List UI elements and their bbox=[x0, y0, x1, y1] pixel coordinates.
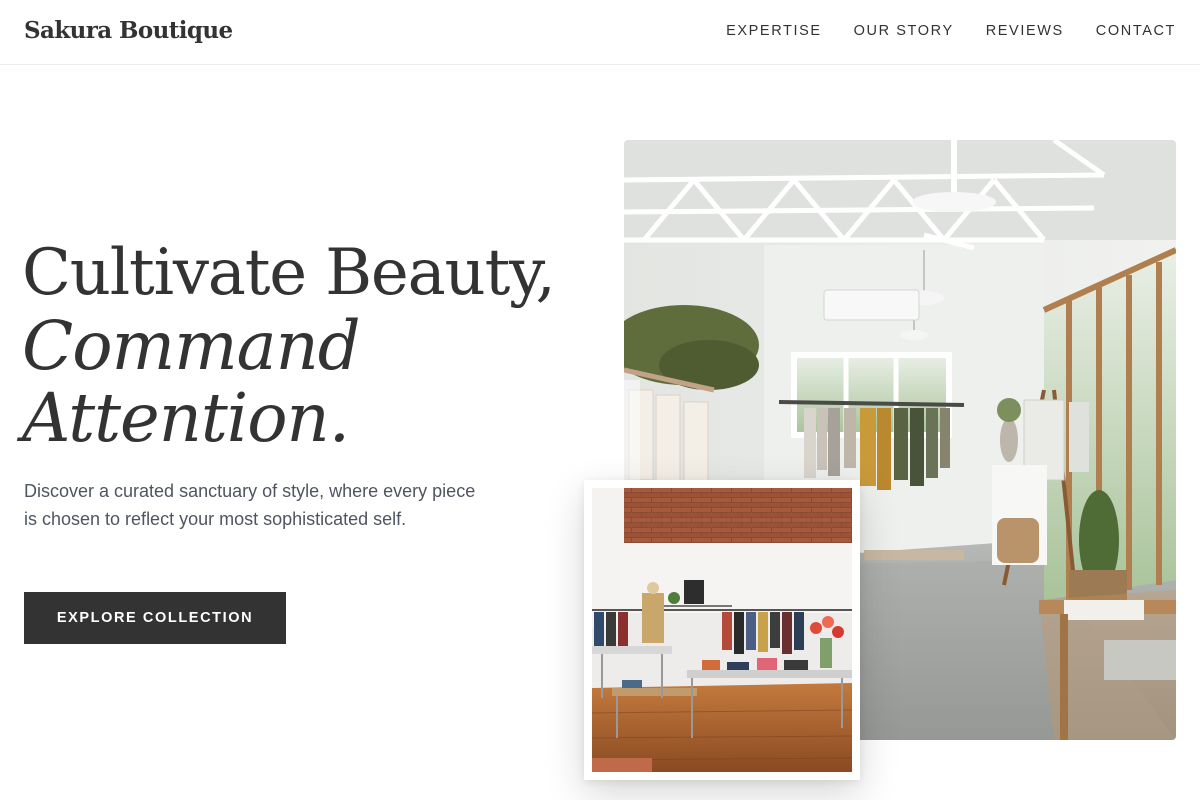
brand-logo[interactable]: Sakura Boutique bbox=[24, 17, 233, 44]
store-detail-image-frame bbox=[584, 480, 860, 780]
hero-description: Discover a curated sanctuary of style, w… bbox=[24, 481, 476, 529]
nav-link-contact[interactable]: CONTACT bbox=[1096, 23, 1176, 39]
hero-title-line-2: Command bbox=[22, 307, 361, 385]
main-nav: EXPERTISE OUR STORY REVIEWS CONTACT bbox=[726, 23, 1176, 39]
hero-title-line-3: Attention. bbox=[22, 379, 350, 457]
hero-title-line-1: Cultivate Beauty, bbox=[22, 236, 556, 310]
explore-collection-button[interactable]: EXPLORE COLLECTION bbox=[24, 592, 286, 644]
nav-link-expertise[interactable]: EXPERTISE bbox=[726, 23, 822, 39]
site-header: Sakura Boutique EXPERTISE OUR STORY REVI… bbox=[0, 0, 1200, 65]
store-detail-image bbox=[592, 488, 852, 772]
hero-title: Cultivate Beauty, Command Attention. bbox=[22, 236, 602, 454]
nav-link-reviews[interactable]: REVIEWS bbox=[986, 23, 1064, 39]
nav-link-our-story[interactable]: OUR STORY bbox=[854, 23, 954, 39]
